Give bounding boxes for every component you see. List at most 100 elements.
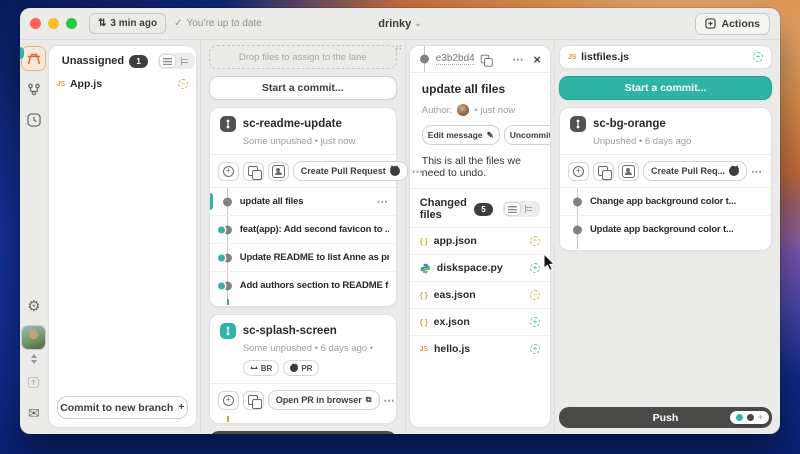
commit-sha-link[interactable]: e3b2bd4 bbox=[436, 53, 475, 65]
lane-dot-active[interactable] bbox=[736, 414, 743, 421]
add-commit-button[interactable] bbox=[568, 162, 589, 181]
commit-row[interactable]: Update app background color t... bbox=[560, 215, 771, 243]
list-view-button[interactable] bbox=[159, 54, 176, 68]
close-icon[interactable]: × bbox=[533, 52, 541, 67]
json-file-icon: { } bbox=[420, 237, 428, 246]
list-icon bbox=[508, 206, 517, 213]
edit-message-button[interactable]: Edit message ✎ bbox=[422, 125, 500, 145]
file-row[interactable]: { } ex.json + bbox=[410, 308, 550, 335]
history-tab[interactable] bbox=[22, 108, 45, 131]
branch-actions: Open PR in browser ⧉ ⋯ bbox=[210, 383, 396, 416]
modified-status-icon: ~ bbox=[530, 236, 540, 246]
branches-icon bbox=[27, 83, 41, 96]
copy-icon bbox=[598, 166, 608, 176]
lane-pagination[interactable]: + bbox=[730, 411, 769, 424]
unassigned-file-row[interactable]: JS App.js ~ bbox=[49, 74, 196, 94]
uncommit-button[interactable]: Uncommit ↶ bbox=[504, 125, 551, 145]
file-row[interactable]: { } app.json ~ bbox=[410, 227, 550, 254]
branch-header[interactable]: sc-readme-update Some unpushed • just no… bbox=[210, 108, 396, 154]
add-commit-button[interactable] bbox=[218, 391, 239, 410]
zoom-window-button[interactable] bbox=[66, 18, 77, 29]
plus-icon: + bbox=[178, 402, 184, 413]
share-feedback-button[interactable] bbox=[22, 371, 45, 394]
close-window-button[interactable] bbox=[30, 18, 41, 29]
commit-menu-button[interactable]: ⋯ bbox=[377, 195, 389, 208]
added-status-icon: + bbox=[530, 317, 540, 327]
branch-menu-button[interactable]: ⋯ bbox=[384, 394, 396, 407]
create-pr-button[interactable]: Create Pull Request bbox=[293, 161, 408, 181]
list-icon bbox=[163, 58, 172, 65]
settings-button[interactable]: ⚙ bbox=[22, 295, 45, 318]
user-avatar[interactable] bbox=[21, 325, 46, 350]
lane-dropzone[interactable]: Drop files to assign to the lane bbox=[209, 45, 397, 69]
github-icon bbox=[290, 364, 298, 372]
actions-button[interactable]: Actions bbox=[695, 13, 770, 35]
pull-request-badge[interactable]: PR bbox=[283, 360, 319, 376]
copy-sha-button[interactable] bbox=[480, 55, 489, 64]
profile-switcher[interactable] bbox=[31, 354, 37, 364]
graph-tail bbox=[210, 299, 396, 306]
commit-menu-button[interactable]: ⋯ bbox=[512, 53, 524, 66]
commit-to-new-branch-button[interactable]: Commit to new branch + bbox=[57, 396, 188, 419]
branch-menu-button[interactable]: ⋯ bbox=[751, 165, 763, 178]
python-file-icon bbox=[420, 263, 431, 274]
assigned-file-row[interactable]: JS listfiles.js + bbox=[559, 45, 772, 69]
add-commit-button[interactable] bbox=[218, 162, 239, 181]
open-pr-label: Open PR in browser bbox=[276, 395, 362, 405]
create-pr-button[interactable]: Create Pull Req... bbox=[643, 161, 747, 181]
branch-header[interactable]: sc-splash-screen Some unpushed • 6 days … bbox=[210, 315, 396, 383]
list-view-button[interactable] bbox=[504, 202, 521, 216]
branch-header[interactable]: sc-bg-orange Unpushed • 6 days ago bbox=[560, 108, 771, 154]
commit-row[interactable]: feat(app): Add second favicon to ... bbox=[210, 215, 396, 243]
pr-badge-label: PR bbox=[301, 364, 312, 373]
person-icon bbox=[272, 165, 285, 178]
project-switcher[interactable]: drinky ⌄ bbox=[378, 8, 422, 39]
force-push-button[interactable]: Force push bbox=[209, 431, 397, 434]
start-commit-button[interactable]: Start a commit... bbox=[559, 76, 772, 100]
status-text: You’re up to date bbox=[186, 18, 261, 29]
branch-name: sc-bg-orange bbox=[593, 118, 666, 130]
open-pr-button[interactable]: Open PR in browser ⧉ bbox=[268, 390, 380, 410]
branches-tab[interactable] bbox=[22, 78, 45, 101]
copy-branch-button[interactable] bbox=[243, 162, 264, 181]
commit-action-buttons: Edit message ✎ Uncommit ↶ Edit commit bbox=[422, 125, 538, 145]
commit-row[interactable]: Update README to list Anne as pr... bbox=[210, 243, 396, 271]
commit-new-branch-label: Commit to new branch bbox=[60, 402, 173, 414]
assign-reviewer-button[interactable] bbox=[618, 162, 639, 181]
file-row[interactable]: JS hello.js + bbox=[410, 335, 550, 362]
start-commit-button[interactable]: Start a commit... bbox=[209, 76, 397, 100]
lane-drag-handle[interactable] bbox=[395, 45, 402, 50]
project-name: drinky bbox=[378, 18, 411, 30]
minimize-window-button[interactable] bbox=[48, 18, 59, 29]
tree-view-button[interactable] bbox=[522, 202, 539, 216]
commit-row[interactable]: Change app background color t... bbox=[560, 188, 771, 215]
copy-branch-button[interactable] bbox=[593, 162, 614, 181]
tree-view-button[interactable] bbox=[177, 54, 194, 68]
workspace-tab[interactable] bbox=[21, 46, 46, 71]
assign-reviewer-button[interactable] bbox=[268, 162, 289, 181]
commit-dot bbox=[223, 225, 232, 234]
branch-icon bbox=[220, 323, 236, 339]
commit-row[interactable]: update all files ⋯ bbox=[210, 188, 396, 215]
sync-button[interactable]: ⇅ 3 min ago bbox=[89, 13, 166, 34]
branch-icon bbox=[570, 116, 586, 132]
br-badge-label: BR bbox=[261, 364, 273, 373]
author-avatar bbox=[457, 104, 469, 116]
butler-review-icon bbox=[250, 365, 258, 372]
add-lane-icon[interactable]: + bbox=[758, 414, 763, 421]
commit-message: Change app background color t... bbox=[590, 196, 764, 207]
branch-menu-button[interactable]: ⋯ bbox=[412, 165, 424, 178]
branch-review-badge[interactable]: BR bbox=[243, 360, 280, 376]
commit-message: Update app background color t... bbox=[590, 224, 764, 235]
copy-branch-button[interactable] bbox=[243, 391, 264, 410]
workbench-icon bbox=[27, 53, 41, 65]
actions-label: Actions bbox=[721, 18, 760, 30]
mail-button[interactable]: ✉ bbox=[22, 401, 45, 424]
file-row[interactable]: { } eas.json ~ bbox=[410, 281, 550, 308]
commit-row[interactable]: Add authors section to README file bbox=[210, 271, 396, 299]
lane-dot[interactable] bbox=[747, 414, 754, 421]
commit-list: Change app background color t... Update … bbox=[560, 187, 771, 243]
file-row[interactable]: diskspace.py + bbox=[410, 254, 550, 281]
commit-dot bbox=[420, 55, 429, 64]
commit-dot bbox=[573, 225, 582, 234]
